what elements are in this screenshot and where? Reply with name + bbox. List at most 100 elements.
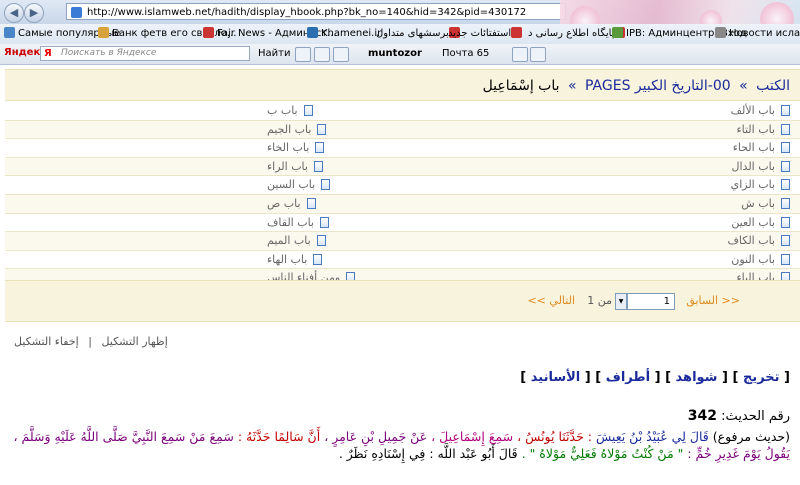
yandex-user-menu[interactable]: muntozor	[368, 48, 422, 60]
chapter-row: باب الألف باب ب	[5, 102, 800, 121]
page-number-input[interactable]: 1	[627, 293, 675, 310]
breadcrumb-home-link[interactable]: الكتب	[756, 78, 790, 94]
page-icon	[511, 27, 523, 38]
back-button[interactable]: ◀	[4, 3, 24, 23]
chapter-row: باب التاء باب الجيم	[5, 120, 800, 140]
page-count-label: من 1	[587, 294, 612, 307]
tashkeel-separator: |	[88, 335, 92, 348]
page-icon	[612, 27, 623, 38]
document-icon	[781, 105, 790, 116]
narrator-link[interactable]: أَنَّ سَالِمًا حَدَّثَهُ :	[238, 429, 320, 444]
chapter-link[interactable]: باب القاف	[267, 214, 329, 231]
hadith-number-value: 342	[687, 408, 718, 424]
narrator-link[interactable]: سَمِعَ إِسْمَاعِيلَ ،	[431, 429, 513, 444]
document-icon	[781, 160, 790, 172]
document-icon	[781, 235, 790, 247]
chapter-link[interactable]: باب الخاء	[267, 139, 325, 156]
document-icon	[781, 253, 790, 265]
chapter-link[interactable]: باب ب	[267, 102, 313, 119]
yandex-search-input[interactable]: Я Поискать в Яндексе	[40, 46, 250, 61]
document-icon	[303, 105, 313, 116]
breadcrumb-separator: »	[739, 78, 748, 94]
page-icon	[715, 27, 726, 38]
chapter-link[interactable]: باب العين	[731, 214, 790, 231]
yandex-find-button[interactable]: Найти	[258, 48, 290, 60]
chevron-down-icon[interactable]: ▼	[615, 293, 627, 310]
chapter-link[interactable]: باب ش	[741, 195, 790, 212]
document-icon	[781, 216, 790, 228]
next-page-link[interactable]: التالي >>	[527, 294, 575, 307]
narrator-link[interactable]: قَالَ لِي عُبَيْدُ بْنُ يَعِيشَ	[596, 429, 709, 444]
chapter-link[interactable]: باب السين	[267, 176, 331, 193]
yandex-y-icon: Я	[44, 48, 52, 59]
document-icon	[306, 197, 316, 209]
shawahid-link[interactable]: شواهد	[676, 370, 718, 385]
chapter-link[interactable]: باب الميم	[267, 232, 326, 249]
bookmarks-bar: Самые популярные Банк фетв его светло...…	[0, 24, 800, 45]
document-icon	[321, 179, 331, 191]
document-icon	[317, 123, 327, 135]
takhrij-link[interactable]: تخريج	[743, 370, 780, 385]
document-icon	[781, 142, 790, 154]
chapter-link[interactable]: باب الجيم	[267, 121, 327, 138]
chapter-link[interactable]: باب الحاء	[733, 139, 790, 156]
chapter-link[interactable]: باب الدال	[732, 158, 790, 175]
chapter-link[interactable]: باب الكاف	[727, 232, 790, 249]
chapter-link[interactable]: باب الهاء	[267, 251, 323, 268]
chapter-row: باب الكاف باب الميم	[5, 232, 800, 251]
hadith-number-label: رقم الحديث:	[721, 409, 790, 424]
breadcrumb-book-link[interactable]: 00-التاريخ الكبير PAGES	[585, 78, 731, 94]
toolbar-icon[interactable]	[295, 47, 311, 62]
chapter-row: باب الزاي باب السين	[5, 176, 800, 195]
show-tashkeel-link[interactable]: إظهار التشكيل	[101, 335, 167, 348]
forward-button[interactable]: ▶	[24, 3, 44, 23]
bookmark-item[interactable]: استفتائات جديد	[448, 27, 525, 41]
document-icon	[316, 235, 326, 247]
narrator-link[interactable]: عَنْ جَمِيلِ بْنِ عَامِرٍ ،	[324, 429, 427, 444]
chapter-list: باب الألف باب ب باب التاء باب الجيم باب …	[5, 102, 800, 288]
narrator-link[interactable]: : حَدَّثَنَا يُونُسُ ،	[517, 429, 592, 444]
hadith-comment: قَالَ أَبُو عَبْد اللَّه : فِي إِسْنَادِ…	[338, 446, 518, 461]
hadith-text: (حديث مرفوع) قَالَ لِي عُبَيْدُ بْنُ يَع…	[10, 428, 790, 462]
chapter-link[interactable]: باب النون	[731, 251, 790, 268]
hadith-links: [ تخريج ] [ شواهد ] [ أطراف ] [ الأسانيد…	[520, 370, 790, 385]
hadith-prefix: (حديث مرفوع)	[712, 429, 790, 444]
yandex-mail-button[interactable]: Почта 65	[442, 48, 489, 60]
chapter-link[interactable]: باب الألف	[731, 102, 790, 119]
chapter-row: باب النون باب الهاء	[5, 251, 800, 270]
tashkeel-toggle: إظهار التشكيل | إخفاء التشكيل	[14, 335, 168, 348]
chapter-row: باب الدال باب الراء	[5, 157, 800, 177]
chapter-link[interactable]: باب ص	[267, 195, 316, 212]
url-input[interactable]: http://www.islamweb.net/hadith/display_h…	[66, 3, 566, 20]
toolbar-icon[interactable]	[314, 47, 330, 62]
bookmark-item[interactable]: Khamenei.ir	[307, 27, 381, 41]
prev-page-link[interactable]: << السابق	[686, 294, 740, 307]
site-favicon-icon	[71, 7, 82, 18]
atraf-link[interactable]: أطراف	[606, 370, 650, 385]
chapter-row: باب الحاء باب الخاء	[5, 139, 800, 158]
hadith-matn: " مَنْ كُنْتُ مَوْلاهُ فَعَلِيٌّ مَوْلاه…	[521, 446, 684, 461]
chapter-link[interactable]: باب التاء	[736, 121, 790, 138]
toolbar-icon[interactable]	[512, 47, 528, 62]
yandex-toolbar: Яндекс Я Поискать в Яндексе Найти muntoz…	[0, 44, 800, 65]
asanid-link[interactable]: الأسانيد	[531, 370, 581, 385]
document-icon	[781, 179, 790, 191]
hide-tashkeel-link[interactable]: إخفاء التشكيل	[14, 335, 79, 348]
toolbar-icon[interactable]	[333, 47, 349, 62]
breadcrumb: الكتب » 00-التاريخ الكبير PAGES » باب إس…	[5, 69, 800, 101]
page-icon	[203, 27, 214, 38]
document-icon	[313, 253, 323, 265]
document-icon	[781, 197, 790, 209]
url-text: http://www.islamweb.net/hadith/display_h…	[87, 7, 527, 18]
gear-icon[interactable]	[530, 47, 546, 62]
pagination-bar: << السابق 1 ▼ من 1 التالي >>	[5, 280, 800, 322]
chapter-link[interactable]: باب الراء	[267, 158, 323, 175]
chapter-row: باب ش باب ص	[5, 194, 800, 214]
hadith-number: رقم الحديث: 342	[688, 408, 790, 424]
page-icon	[98, 27, 109, 38]
chapter-link[interactable]: باب الزاي	[731, 176, 790, 193]
document-icon	[313, 160, 323, 172]
bookmark-item[interactable]: Новости исламског	[715, 27, 800, 41]
breadcrumb-current: باب إسْمَاعِيل	[482, 78, 560, 94]
page-content: الكتب » 00-التاريخ الكبير PAGES » باب إس…	[0, 65, 800, 485]
